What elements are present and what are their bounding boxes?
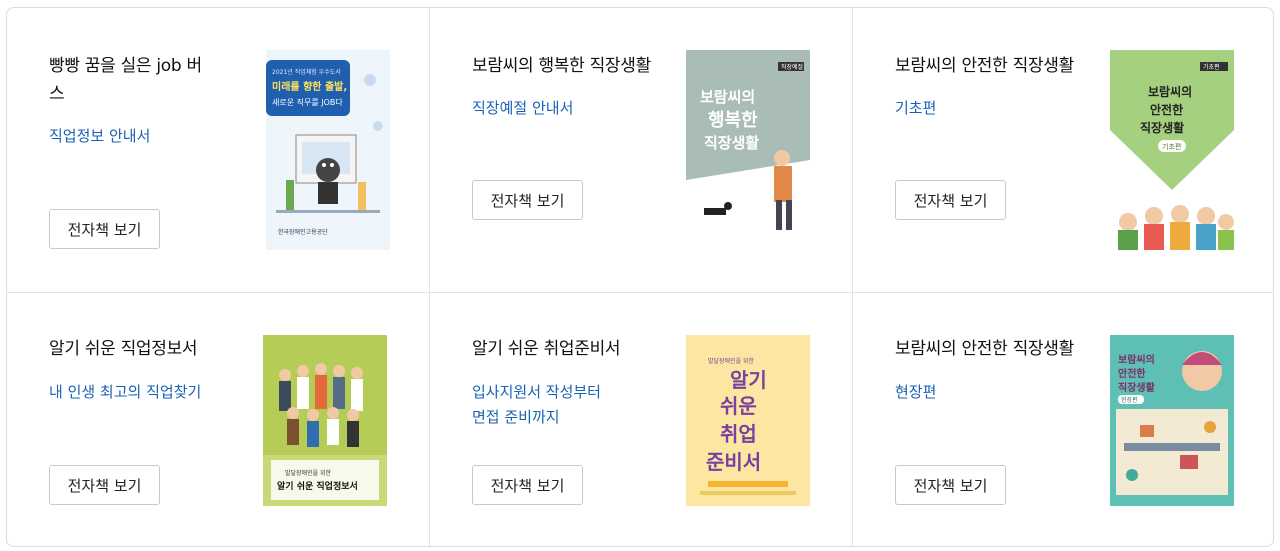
- card-title: 알기 쉬운 직업정보서: [49, 339, 198, 359]
- card-subtitle[interactable]: 직업정보 안내서: [49, 124, 249, 149]
- card-subtitle[interactable]: 현장편: [895, 380, 1095, 405]
- book-cover-easy-employment-prep-icon[interactable]: 발달장애인을 위한 알기 쉬운 취업 준비서: [686, 335, 810, 506]
- view-ebook-button[interactable]: 전자책 보기: [895, 180, 1006, 220]
- card-title: 알기 쉬운 취업준비서: [472, 339, 621, 359]
- cover-line: 직장생활: [1118, 381, 1156, 394]
- view-ebook-button[interactable]: 전자책 보기: [49, 465, 160, 505]
- book-cover-safe-worklife-field-icon[interactable]: 보람씨의 안전한 직장생활 현장편: [1110, 335, 1234, 506]
- ebook-grid: 빵빵 꿈을 실은 job 버스 직업정보 안내서 전자책 보기 2021년 직업…: [6, 7, 1274, 547]
- cover-line: 보람씨의: [1148, 84, 1192, 99]
- cover-word: 취업: [720, 422, 757, 446]
- view-ebook-button[interactable]: 전자책 보기: [895, 465, 1006, 505]
- card-subtitle[interactable]: 입사지원서 작성부터 면접 준비까지: [472, 380, 672, 430]
- cover-line: 행복한: [708, 110, 758, 131]
- card-title: 보람씨의 안전한 직장생활: [895, 339, 1074, 359]
- card-title: 보람씨의 안전한 직장생활: [895, 56, 1074, 76]
- cover-line: 보람씨의: [1118, 353, 1155, 366]
- ebook-card: 보람씨의 행복한 직장생활 직장예절 안내서 전자책 보기 직장예절 보람씨의 …: [430, 8, 853, 293]
- cover-line: 미래를 향한 출발,: [272, 80, 347, 93]
- book-cover-easy-job-info-icon[interactable]: 발달장애인을 위한 알기 쉬운 직업정보서: [263, 335, 387, 506]
- ebook-card: 알기 쉬운 직업정보서 내 인생 최고의 직업찾기 전자책 보기 발달장애인을 …: [7, 293, 430, 546]
- ebook-card: 보람씨의 안전한 직장생활 현장편 전자책 보기 보람씨의 안전한 직장생활 현…: [853, 293, 1273, 546]
- card-subtitle[interactable]: 기초편: [895, 96, 1095, 121]
- ebook-card: 알기 쉬운 취업준비서 입사지원서 작성부터 면접 준비까지 전자책 보기 발달…: [430, 293, 853, 546]
- cover-line: 직장생활: [704, 134, 759, 152]
- view-ebook-button[interactable]: 전자책 보기: [472, 465, 583, 505]
- book-cover-happy-worklife-icon[interactable]: 직장예절 보람씨의 행복한 직장생활: [686, 50, 810, 250]
- publisher: 한국장애인고용공단: [278, 228, 328, 236]
- book-cover-safe-worklife-basic-icon[interactable]: 기초편 보람씨의 안전한 직장생활 기초편: [1110, 50, 1234, 250]
- cover-line: 안전한: [1118, 367, 1146, 380]
- card-title: 보람씨의 행복한 직장생활: [472, 56, 651, 76]
- view-ebook-button[interactable]: 전자책 보기: [49, 209, 160, 249]
- cover-line: 보람씨의: [700, 88, 755, 106]
- cover-small: 발달장애인을 위한: [285, 469, 332, 477]
- cover-line: 새로운 직무를 JOB다: [272, 97, 343, 107]
- ebook-card: 빵빵 꿈을 실은 job 버스 직업정보 안내서 전자책 보기 2021년 직업…: [7, 8, 430, 293]
- cover-word: 쉬운: [720, 394, 757, 418]
- view-ebook-button[interactable]: 전자책 보기: [472, 180, 583, 220]
- cover-word: 준비서: [706, 450, 761, 474]
- card-subtitle[interactable]: 내 인생 최고의 직업찾기: [49, 380, 249, 405]
- cover-tag: 2021년 직업체험 우수도서: [272, 68, 341, 76]
- card-title: 빵빵 꿈을 실은 job 버스: [49, 56, 202, 104]
- cover-badge: 현장편: [1121, 396, 1138, 404]
- cover-small: 발달장애인을 위한: [708, 357, 755, 365]
- cover-word: 알기: [730, 368, 767, 392]
- cover-main: 알기 쉬운 직업정보서: [277, 480, 358, 492]
- book-cover-job-bus-icon[interactable]: 2021년 직업체험 우수도서 미래를 향한 출발, 새로운 직무를 JOB다 …: [266, 50, 390, 250]
- ebook-card: 보람씨의 안전한 직장생활 기초편 전자책 보기 기초편 보람씨의 안전한 직장…: [853, 8, 1273, 293]
- cover-line: 직장생활: [1140, 120, 1184, 135]
- card-subtitle[interactable]: 직장예절 안내서: [472, 96, 672, 121]
- cover-line: 안전한: [1150, 102, 1183, 117]
- cover-badge: 기초편: [1162, 142, 1181, 151]
- cover-tag: 기초편: [1203, 63, 1220, 71]
- cover-tag: 직장예절: [781, 63, 803, 71]
